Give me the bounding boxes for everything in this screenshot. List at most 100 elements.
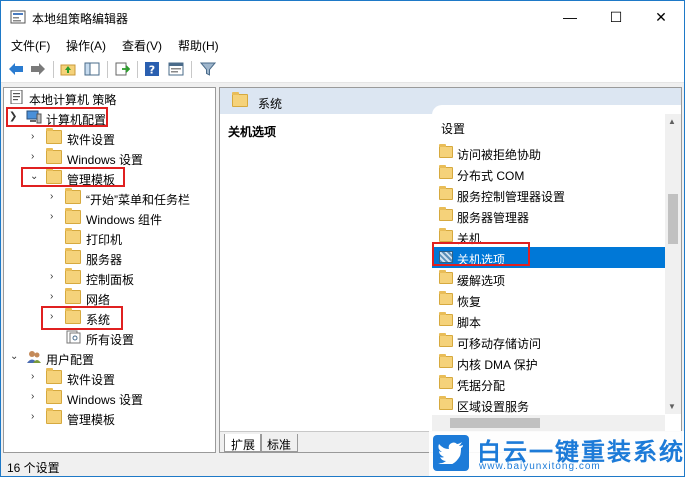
list-item-label: 脚本 xyxy=(457,316,482,330)
maximize-icon: ☐ xyxy=(609,8,623,25)
menu-file[interactable]: 文件(F) xyxy=(11,37,50,54)
folder-icon xyxy=(439,270,453,284)
bird-logo-icon xyxy=(433,435,469,471)
menu-view[interactable]: 查看(V) xyxy=(122,37,162,54)
gpedit-app-icon xyxy=(10,10,26,24)
list-item[interactable]: 内核 DMA 保护 xyxy=(432,352,665,373)
close-button[interactable]: ✕ xyxy=(638,1,684,33)
scrollbar-thumb[interactable] xyxy=(668,194,678,244)
back-icon[interactable] xyxy=(7,60,25,78)
menu-help[interactable]: 帮助(H) xyxy=(178,37,219,54)
up-folder-icon[interactable] xyxy=(59,60,77,78)
horizontal-scrollbar[interactable] xyxy=(432,415,665,431)
tree-item-start-menu[interactable]: › “开始”菜单和任务栏 xyxy=(4,188,214,208)
tree-item-label: 管理模板 xyxy=(67,413,116,427)
tree-item-software-settings[interactable]: › 软件设置 xyxy=(4,128,214,148)
list-item-label: 分布式 COM xyxy=(457,169,525,183)
chevron-right-icon[interactable]: › xyxy=(31,391,41,402)
watermark-url: www.baiyunxitong.com xyxy=(479,461,601,472)
filter-icon[interactable] xyxy=(199,60,217,78)
properties-icon[interactable] xyxy=(167,60,185,78)
selected-setting-title: 关机选项 xyxy=(228,125,277,139)
brand-watermark: 白云一键重装系统 www.baiyunxitong.com xyxy=(429,431,684,476)
chevron-down-icon[interactable]: ⌄ xyxy=(10,351,20,362)
tree-item-windows-settings[interactable]: › Windows 设置 xyxy=(4,148,214,168)
vertical-scrollbar[interactable]: ▲ ▼ xyxy=(665,114,681,414)
chevron-right-icon[interactable]: › xyxy=(50,191,60,202)
chevron-right-icon[interactable]: › xyxy=(31,151,41,162)
list-item-label: 服务器管理器 xyxy=(457,211,530,225)
help-icon[interactable]: ? xyxy=(143,60,161,78)
list-item[interactable]: 凭据分配 xyxy=(432,373,665,394)
tree-item-label: 软件设置 xyxy=(67,373,116,387)
details-pane: 系统 关机选项 设置 访问被拒绝协助 分布式 COM 服务控制管理器设置 服务器… xyxy=(219,87,682,453)
tree-item-windows-components[interactable]: › Windows 组件 xyxy=(4,208,214,228)
list-item[interactable]: 访问被拒绝协助 xyxy=(432,142,665,163)
list-item[interactable]: 脚本 xyxy=(432,310,665,331)
tree-item-user-config[interactable]: ⌄ 用户配置 xyxy=(4,348,214,368)
window-title: 本地组策略编辑器 xyxy=(32,12,129,26)
maximize-button[interactable]: ☐ xyxy=(593,1,639,33)
list-item[interactable]: 恢复 xyxy=(432,289,665,310)
folder-icon xyxy=(46,128,62,144)
folder-icon xyxy=(65,228,81,244)
chevron-right-icon[interactable]: › xyxy=(50,211,60,222)
list-item-label: 可移动存储访问 xyxy=(457,337,542,351)
chevron-right-icon[interactable]: › xyxy=(50,271,60,282)
folder-icon xyxy=(439,312,453,326)
toolbar-separator xyxy=(137,61,138,78)
column-header-setting[interactable]: 设置 xyxy=(441,120,465,137)
tree-item-label: 本地计算机 策略 xyxy=(29,93,117,107)
tree-item-control-panel[interactable]: › 控制面板 xyxy=(4,268,214,288)
tree-item-all-settings[interactable]: 所有设置 xyxy=(4,328,214,348)
tree-item-label: 所有设置 xyxy=(86,333,135,347)
toolbar-separator xyxy=(107,61,108,78)
folder-icon xyxy=(65,208,81,224)
chevron-right-icon[interactable]: › xyxy=(50,291,60,302)
folder-icon xyxy=(439,228,453,242)
tree-item-network[interactable]: › 网络 xyxy=(4,288,214,308)
scroll-down-icon[interactable]: ▼ xyxy=(668,402,676,411)
tree-item-server[interactable]: 服务器 xyxy=(4,248,214,268)
user-icon xyxy=(27,351,41,363)
list-item[interactable]: 可移动存储访问 xyxy=(432,331,665,352)
tree-item-local-computer-policy[interactable]: 本地计算机 策略 xyxy=(4,88,214,108)
tree-item-printers[interactable]: 打印机 xyxy=(4,228,214,248)
svg-text:?: ? xyxy=(149,64,155,77)
tree-item-user-admin-templates[interactable]: › 管理模板 xyxy=(4,408,214,428)
chevron-right-icon[interactable]: › xyxy=(31,411,41,422)
highlight-system xyxy=(41,306,123,330)
folder-icon xyxy=(46,388,62,404)
show-hide-tree-icon[interactable] xyxy=(83,60,101,78)
list-item[interactable]: 区域设置服务 xyxy=(432,394,665,415)
tree-item-user-windows-settings[interactable]: › Windows 设置 xyxy=(4,388,214,408)
tab-standard[interactable]: 标准 xyxy=(260,434,299,452)
list-item[interactable]: 服务器管理器 xyxy=(432,205,665,226)
list-item-label: 缓解选项 xyxy=(457,274,506,288)
chevron-right-icon[interactable]: › xyxy=(31,371,41,382)
list-item[interactable]: 缓解选项 xyxy=(432,268,665,289)
tab-extended[interactable]: 扩展 xyxy=(224,434,263,452)
highlight-shutdown-options xyxy=(432,242,530,266)
tree-item-user-software-settings[interactable]: › 软件设置 xyxy=(4,368,214,388)
toolbar-separator xyxy=(191,61,192,78)
highlight-admin-templates xyxy=(21,167,125,187)
navigation-tree: 本地计算机 策略 ❯ 计算机配置 › 软件设置 › Windows 设置 ⌄ 管… xyxy=(3,87,216,453)
list-item[interactable]: 服务控制管理器设置 xyxy=(432,184,665,205)
folder-icon xyxy=(46,148,62,164)
export-list-icon[interactable] xyxy=(113,60,131,78)
folder-icon xyxy=(439,333,453,347)
chevron-right-icon[interactable]: › xyxy=(31,131,41,142)
menu-action[interactable]: 操作(A) xyxy=(66,37,106,54)
folder-icon xyxy=(46,408,62,424)
list-item[interactable]: 分布式 COM xyxy=(432,163,665,184)
scrollbar-thumb[interactable] xyxy=(450,418,540,428)
folder-icon xyxy=(439,207,453,221)
scroll-up-icon[interactable]: ▲ xyxy=(668,117,676,126)
tree-item-label: 用户配置 xyxy=(46,353,95,367)
tree-item-label: Windows 组件 xyxy=(86,213,163,227)
highlight-computer-config xyxy=(6,107,108,127)
folder-icon xyxy=(46,368,62,384)
forward-icon[interactable] xyxy=(29,60,47,78)
minimize-button[interactable]: — xyxy=(547,1,593,33)
